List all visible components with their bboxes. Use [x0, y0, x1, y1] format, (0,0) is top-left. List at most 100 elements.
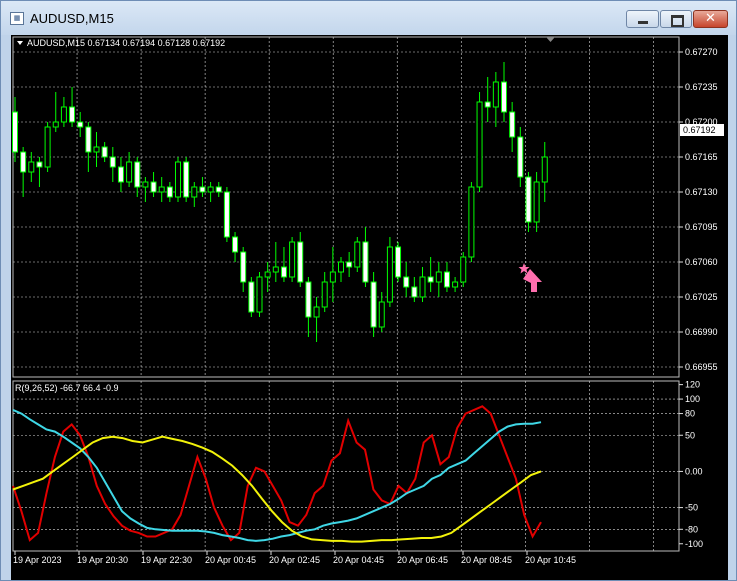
axes: 0.672700.672350.672000.671650.671300.670…: [13, 47, 724, 565]
candle-body: [403, 276, 410, 288]
indicator-tick-label: -80: [685, 524, 698, 534]
indicator-line-yellow: [12, 435, 542, 543]
candle-body: [313, 306, 320, 318]
candle-body: [305, 281, 312, 318]
candle-body: [12, 111, 18, 153]
candle-body: [525, 176, 532, 223]
indicator-series: [12, 405, 542, 543]
candle-body: [232, 236, 239, 253]
candle-body: [443, 271, 450, 288]
candle-body: [142, 181, 149, 188]
candle-body: [126, 161, 133, 183]
candle-body: [484, 101, 491, 108]
indicator-tick-label: 50: [685, 430, 695, 440]
time-label: 19 Apr 2023: [13, 555, 62, 565]
price-tick-label: 0.66990: [685, 327, 718, 337]
candle-body: [411, 286, 418, 298]
close-button[interactable]: ✕: [693, 10, 728, 28]
indicator-tick-label: 0.00: [685, 466, 703, 476]
candle-body: [223, 191, 230, 238]
up-arrow-icon: [523, 269, 542, 292]
candle-body: [175, 161, 181, 198]
candle-body: [541, 156, 548, 183]
time-label: 20 Apr 08:45: [461, 555, 512, 565]
symbol-info: AUDUSD,M15 0.67134 0.67194 0.67128 0.671…: [27, 38, 225, 48]
candle-body: [36, 161, 43, 168]
candle-body: [272, 266, 279, 273]
candle-series: [12, 62, 548, 342]
dropdown-icon[interactable]: [17, 41, 23, 45]
indicator-label: R(9,26,52) -66.7 66.4 -0.9: [15, 383, 119, 393]
candle-body: [264, 271, 271, 278]
indicator-tick-label: -50: [685, 503, 698, 513]
time-label: 20 Apr 04:45: [333, 555, 384, 565]
price-tick-label: 0.67060: [685, 257, 718, 267]
candle-body: [60, 106, 67, 123]
candle-body: [378, 301, 385, 328]
candle-body: [248, 281, 255, 313]
candle-body: [77, 121, 84, 128]
candle-body: [321, 281, 328, 308]
candle-body: [183, 161, 190, 198]
candle-body: [28, 161, 35, 173]
main-pane-frame: [12, 36, 680, 378]
grid: [12, 36, 680, 552]
candle-body: [395, 246, 402, 278]
candle-body: [338, 261, 344, 273]
signal-arrow-icon: [518, 263, 542, 292]
candle-body: [85, 126, 92, 153]
candle-body: [158, 186, 165, 193]
indicator-tick-label: 120: [685, 380, 700, 390]
indicator-tick-label: 80: [685, 409, 695, 419]
chart-canvas[interactable]: 0.672700.672350.672000.671650.671300.670…: [11, 35, 728, 580]
candle-body: [476, 101, 483, 188]
price-tick-label: 0.66955: [685, 362, 718, 372]
candle-body: [109, 156, 116, 168]
candle-body: [117, 166, 124, 183]
candle-body: [256, 276, 263, 313]
chart-window-icon: ▦: [10, 12, 24, 25]
price-tick-label: 0.67130: [685, 187, 718, 197]
candle-body: [52, 121, 59, 128]
time-label: 19 Apr 20:30: [77, 555, 128, 565]
candle-body: [44, 126, 51, 168]
candle-body: [289, 241, 296, 278]
maximize-button[interactable]: [660, 10, 692, 28]
chart-window: ▦ AUDUSD,M15 ✕ 0.67270 0.67235 0.67200 0.67…: [0, 0, 737, 581]
candle-body: [329, 271, 336, 283]
candle-body: [452, 281, 459, 288]
time-label: 20 Apr 10:45: [525, 555, 576, 565]
minimize-icon: [638, 21, 648, 24]
candle-body: [93, 146, 100, 153]
candle-body: [199, 186, 206, 193]
candle-body: [492, 81, 499, 108]
candle-body: [207, 186, 214, 193]
candle-body: [191, 186, 198, 198]
candle-body: [240, 251, 247, 283]
candle-body: [509, 111, 516, 138]
candle-body: [435, 271, 442, 283]
time-label: 19 Apr 22:30: [141, 555, 192, 565]
candle-body: [354, 241, 361, 268]
indicator-line-red: [12, 405, 542, 542]
candle-body: [533, 181, 540, 223]
candle-body: [101, 146, 108, 158]
chart-area[interactable]: 0.67270 0.67235 0.67200 0.67165 0.67130 0.670…: [11, 35, 728, 580]
candle-body: [427, 276, 434, 283]
title-bar[interactable]: ▦ AUDUSD,M15 ✕: [1, 1, 736, 35]
candle-body: [215, 186, 222, 193]
chart-shift-marker-icon[interactable]: [546, 37, 555, 42]
candle-body: [517, 136, 524, 178]
candle-body: [166, 186, 173, 198]
close-icon: ✕: [705, 11, 716, 26]
candle-body: [501, 81, 507, 113]
candle-body: [362, 241, 369, 283]
indicator-pane-frame: [12, 380, 680, 552]
price-tick-label: 0.67165: [685, 152, 718, 162]
candle-body: [20, 151, 27, 173]
minimize-button[interactable]: [626, 10, 659, 28]
candle-body: [370, 281, 377, 328]
candle-body: [134, 161, 141, 188]
indicator-tick-label: 100: [685, 394, 700, 404]
time-label: 20 Apr 06:45: [397, 555, 448, 565]
